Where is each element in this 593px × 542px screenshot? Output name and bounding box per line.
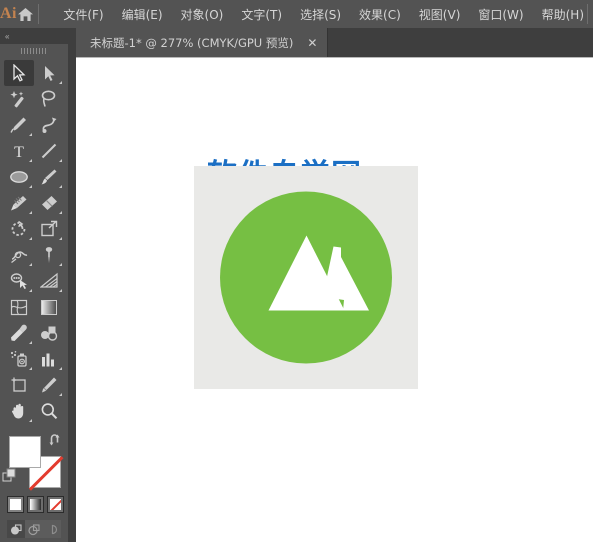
tool-blend[interactable] [34, 320, 64, 346]
home-icon[interactable] [17, 0, 34, 28]
draw-normal-button[interactable] [7, 520, 25, 538]
document-canvas[interactable]: 软件自学网 WWW.RJZXW.COM [76, 57, 593, 542]
tool-flyout-indicator [59, 263, 62, 266]
tool-magic-wand[interactable] [4, 86, 34, 112]
menu-edit[interactable]: 编辑(E) [113, 0, 172, 28]
menu-bar: Ai 文件(F) 编辑(E) 对象(O) 文字(T) 选择(S) 效果(C) 视… [0, 0, 593, 28]
document-tab-title: 未标题-1* @ 277% (CMYK/GPU 预览) [90, 35, 294, 50]
draw-inside-button[interactable] [43, 520, 61, 538]
tool-flyout-indicator [29, 237, 32, 240]
tool-flyout-indicator [29, 367, 32, 370]
tool-column-graph[interactable] [34, 346, 64, 372]
document-tab[interactable]: 未标题-1* @ 277% (CMYK/GPU 预览) ✕ [76, 28, 329, 57]
tool-flyout-indicator [59, 367, 62, 370]
color-mode-solid-button[interactable] [7, 496, 24, 513]
tool-paintbrush[interactable] [34, 164, 64, 190]
menu-object[interactable]: 对象(O) [172, 0, 233, 28]
menu-help[interactable]: 帮助(H) [533, 0, 593, 28]
tool-gradient[interactable] [34, 294, 64, 320]
tool-flyout-indicator [59, 237, 62, 240]
svg-text:T: T [14, 144, 24, 160]
tool-mesh[interactable] [4, 294, 34, 320]
menu-select[interactable]: 选择(S) [291, 0, 350, 28]
tool-type[interactable]: T [4, 138, 34, 164]
tool-direct-selection[interactable] [34, 60, 64, 86]
menu-effect[interactable]: 效果(C) [350, 0, 410, 28]
color-mode-none-button[interactable] [47, 496, 64, 513]
document-tab-bar: 未标题-1* @ 277% (CMYK/GPU 预览) ✕ [0, 28, 593, 57]
tool-selection[interactable] [4, 60, 34, 86]
tool-slice[interactable] [34, 372, 64, 398]
tool-flyout-indicator [29, 159, 32, 162]
menu-window[interactable]: 窗口(W) [469, 0, 532, 28]
tool-scale[interactable] [34, 216, 64, 242]
tool-free-transform[interactable] [34, 242, 64, 268]
tools-panel-grip[interactable] [0, 44, 68, 58]
tool-flyout-indicator [29, 263, 32, 266]
fill-swatch[interactable] [9, 436, 41, 468]
tool-flyout-indicator [59, 289, 62, 292]
default-fill-stroke-icon[interactable] [2, 468, 18, 489]
mountain-logo-artwork[interactable] [194, 166, 418, 389]
menubar-right-divider [587, 4, 588, 24]
tool-eraser[interactable] [34, 190, 64, 216]
tool-flyout-indicator [29, 133, 32, 136]
tool-line-segment[interactable] [34, 138, 64, 164]
tool-symbol-sprayer[interactable] [4, 346, 34, 372]
draw-mode-buttons [7, 520, 61, 538]
tool-flyout-indicator [29, 289, 32, 292]
tool-flyout-indicator [29, 419, 32, 422]
grip-dots-icon [21, 48, 47, 54]
panel-gutter-top [68, 28, 76, 57]
color-controls [0, 430, 68, 542]
fill-stroke-swatches [0, 430, 68, 492]
tool-eyedropper[interactable] [4, 320, 34, 346]
tool-shape-builder[interactable] [4, 268, 34, 294]
gradient-swatch-icon [30, 499, 41, 510]
tool-hand[interactable] [4, 398, 34, 424]
solid-color-icon [10, 499, 21, 510]
illustrator-window: Ai 文件(F) 编辑(E) 对象(O) 文字(T) 选择(S) 效果(C) 视… [0, 0, 593, 542]
tool-pen[interactable] [4, 112, 34, 138]
canvas-top-border [76, 57, 593, 58]
tool-lasso[interactable] [34, 86, 64, 112]
ai-logo-icon: Ai [0, 5, 17, 22]
tools-panel-header[interactable]: « [0, 28, 68, 44]
tool-flyout-indicator [29, 341, 32, 344]
tool-width[interactable] [4, 242, 34, 268]
close-icon[interactable]: ✕ [307, 37, 317, 49]
panel-gutter [68, 57, 76, 542]
menu-type[interactable]: 文字(T) [232, 0, 291, 28]
color-mode-gradient-button[interactable] [27, 496, 44, 513]
tool-flyout-indicator [29, 185, 32, 188]
artboard[interactable] [194, 166, 418, 389]
tool-grid: T [0, 58, 68, 424]
tool-perspective-grid[interactable] [34, 268, 64, 294]
tool-flyout-indicator [59, 81, 62, 84]
swap-fill-stroke-icon[interactable] [48, 433, 62, 451]
tool-flyout-indicator [59, 159, 62, 162]
tool-blob-brush[interactable] [4, 190, 34, 216]
draw-behind-button[interactable] [25, 520, 43, 538]
collapse-panel-icon[interactable]: « [5, 32, 10, 41]
tool-ellipse[interactable] [4, 164, 34, 190]
color-mode-buttons [7, 496, 64, 513]
menu-view[interactable]: 视图(V) [410, 0, 470, 28]
tool-zoom[interactable] [34, 398, 64, 424]
menu-items: 文件(F) 编辑(E) 对象(O) 文字(T) 选择(S) 效果(C) 视图(V… [54, 0, 593, 28]
tool-flyout-indicator [59, 211, 62, 214]
tool-flyout-indicator [59, 185, 62, 188]
none-swatch-icon [50, 499, 61, 510]
tool-artboard[interactable] [4, 372, 34, 398]
tool-curvature[interactable] [34, 112, 64, 138]
menu-file[interactable]: 文件(F) [54, 0, 112, 28]
tool-flyout-indicator [29, 211, 32, 214]
tools-panel: « T [0, 28, 68, 542]
tool-rotate[interactable] [4, 216, 34, 242]
tool-flyout-indicator [59, 393, 62, 396]
